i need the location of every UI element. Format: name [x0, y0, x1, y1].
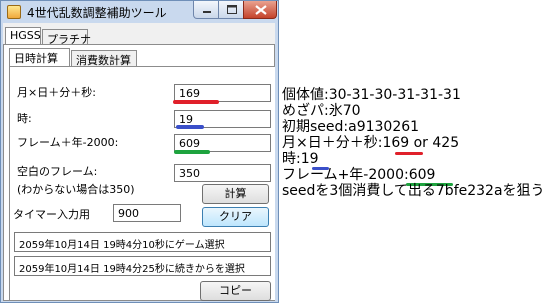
red-underline [173, 100, 219, 104]
note-hour: 時:19 [282, 151, 319, 167]
red-underline [395, 152, 423, 155]
copy-button[interactable]: コピー [200, 281, 271, 301]
green-underline [174, 150, 210, 154]
app-icon [7, 5, 21, 19]
title-bar[interactable]: 4世代乱数調整補助ツール [1, 1, 278, 23]
calc-button[interactable]: 計算 [202, 184, 269, 204]
frame-year-label: フレーム＋年-2000: [17, 136, 119, 149]
hour-label: 時: [17, 112, 32, 125]
close-icon [255, 5, 267, 15]
timer-label: タイマー入力用 [13, 208, 90, 221]
note-month-day-min-sec: 月×日＋分＋秒:169 or 425 [282, 135, 460, 151]
note-ivs: 個体値:30-31-30-31-31-31 [282, 87, 461, 103]
tab-consumption-calc[interactable]: 消費数計算 [71, 50, 137, 67]
result-game-select[interactable]: 2059年10月14日 19時4分10秒にゲーム選択 [14, 232, 271, 252]
tab-datetime-calc[interactable]: 日時計算 [9, 48, 70, 66]
empty-frame-hint: (わからない場合は350) [17, 183, 135, 196]
timer-field[interactable]: 900 [113, 204, 181, 222]
note-frame-year: フレーム+年-2000:609 [282, 167, 436, 183]
result-continue-select[interactable]: 2059年10月14日 19時4分25秒に続きからを選択 [14, 256, 271, 276]
minimize-button[interactable] [193, 1, 219, 19]
blue-underline [176, 125, 204, 129]
window-title: 4世代乱数調整補助ツール [27, 6, 167, 20]
minimize-icon [203, 11, 211, 13]
tab-platinum[interactable]: プラチナ [42, 29, 91, 46]
note-initial-seed: 初期seed:a9130261 [282, 119, 420, 135]
month-day-min-sec-label: 月×日＋分＋秒: [17, 86, 96, 99]
maximize-icon [227, 5, 237, 14]
clear-button[interactable]: クリア [202, 207, 269, 227]
tab-hgss[interactable]: HGSS [5, 27, 41, 44]
note-seed-target: seedを3個消費して出る7bfe232aを狙う [282, 183, 545, 199]
close-button[interactable] [243, 1, 277, 19]
empty-frame-field[interactable]: 350 [174, 164, 271, 182]
note-hidden-power: めざパ:氷70 [282, 103, 361, 119]
empty-frame-label: 空白のフレーム: [17, 165, 98, 178]
maximize-button[interactable] [218, 1, 244, 19]
